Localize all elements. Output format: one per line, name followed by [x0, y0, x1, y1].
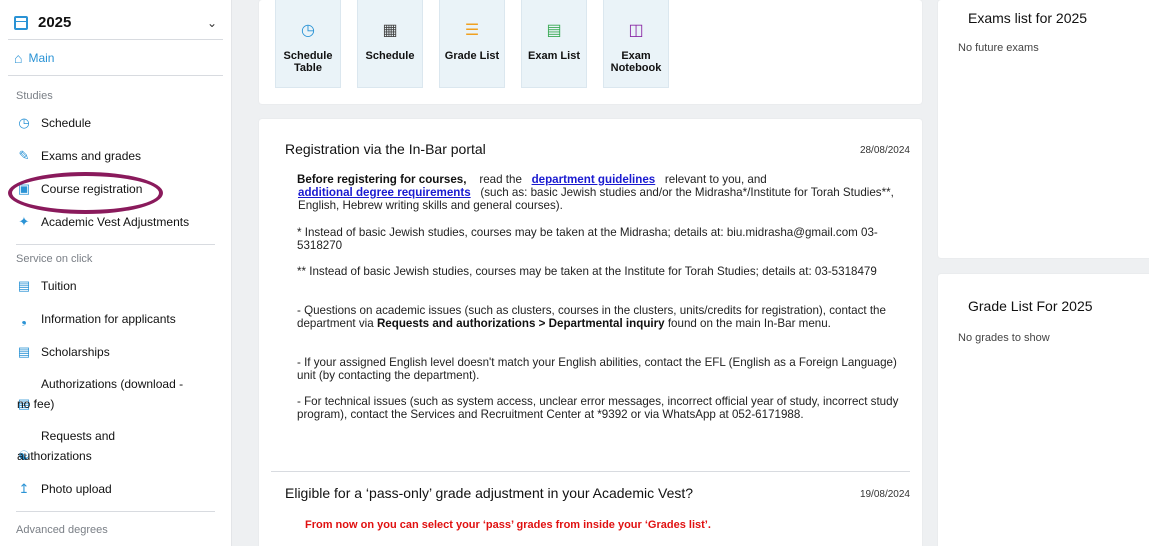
sidebar-item-authorizations[interactable]: ▤ Authorizations (download - no fee)	[0, 368, 231, 420]
section-title-studies: Studies	[16, 90, 53, 102]
quick-links-card: ◷ Schedule Table ▦ Schedule ☰ Grade List …	[259, 0, 922, 104]
clock-icon: ◷	[301, 22, 315, 39]
section-title-service: Service on click	[16, 253, 93, 265]
sidebar-item-schedule[interactable]: ◷ Schedule	[0, 106, 231, 139]
news-card: Registration via the In-Bar portal 28/08…	[259, 119, 922, 546]
sidebar-item-label: Requests and	[41, 429, 116, 443]
sidebar-item-applicants[interactable]: ❟ Information for applicants	[0, 302, 231, 335]
news-paragraph: - If your assigned English level doesn't…	[297, 356, 897, 382]
news-bold-text: Requests and authorizations > Department…	[376, 317, 665, 330]
quick-link-exam-list[interactable]: ▤ Exam List	[521, 0, 587, 88]
quick-link-label-line2: Table	[294, 62, 322, 74]
news-text: found on the main In-Bar menu.	[667, 317, 831, 330]
sidebar-item-label: Information for applicants	[41, 311, 176, 326]
quick-link-schedule[interactable]: ▦ Schedule	[357, 0, 423, 88]
sidebar-item-main[interactable]: ⌂ Main	[8, 40, 223, 76]
news-text: relevant to you, and	[664, 173, 767, 186]
document-icon: ▤	[17, 343, 31, 359]
sidebar-item-photo-upload[interactable]: ↥ Photo upload	[0, 472, 231, 505]
clock-icon: ◷	[18, 114, 30, 130]
sidebar-item-exams[interactable]: ✎ Exams and grades	[0, 139, 231, 172]
department-guidelines-link[interactable]: department guidelines	[532, 173, 656, 186]
sidebar-item-label: Authorizations (download -	[41, 377, 184, 391]
sidebar-item-label: Schedule	[41, 115, 92, 130]
upload-icon: ↥	[18, 480, 30, 496]
sidebar-item-label: Exams and grades	[41, 148, 142, 163]
exams-empty-text: No future exams	[958, 42, 1039, 54]
exam-list-icon: ▤	[546, 22, 562, 39]
sidebar-item-label: Scholarships	[41, 344, 110, 359]
sidebar-item-label: Main	[28, 50, 55, 65]
wallet-icon: ▤	[17, 277, 31, 293]
news-paragraph: Before registering for courses, read the…	[297, 173, 907, 186]
quick-link-label: Exam List	[528, 50, 580, 62]
sidebar-item-label: Academic Vest Adjustments	[41, 214, 190, 229]
edit-icon: ✎	[18, 147, 30, 163]
news-bold-text: Before registering for courses,	[297, 173, 467, 186]
exams-panel: Exams list for 2025 No future exams	[938, 0, 1149, 258]
quick-link-grade-list[interactable]: ☰ Grade List	[439, 0, 505, 88]
grades-panel: Grade List For 2025 No grades to show	[938, 274, 1149, 546]
section-title-advanced: Advanced degrees	[16, 524, 108, 536]
person-icon: ❟	[21, 310, 27, 326]
divider	[16, 244, 215, 245]
adjust-icon: ✦	[18, 213, 30, 229]
sidebar-item-scholarships[interactable]: ▤ Scholarships	[0, 335, 231, 368]
news-paragraph: additional degree requirements (such as:…	[298, 186, 908, 212]
sidebar: 2025 ⌄ ⌂ Main Studies ◷ Schedule ✎ Exams…	[0, 0, 232, 546]
news-paragraph: - For technical issues (such as system a…	[297, 395, 899, 421]
quick-link-label: Exam	[621, 50, 651, 62]
news-paragraph: * Instead of basic Jewish studies, cours…	[297, 226, 878, 252]
sidebar-item-requests[interactable]: ☯ Requests and authorizations	[0, 420, 231, 472]
sidebar-item-label-line2: authorizations	[17, 449, 92, 463]
news-date: 19/08/2024	[859, 489, 910, 500]
notebook-icon: ◫	[628, 22, 644, 39]
grades-panel-title: Grade List For 2025	[968, 298, 1093, 314]
quick-link-label-line2: Notebook	[610, 62, 662, 74]
divider	[271, 471, 910, 472]
quick-link-schedule-table[interactable]: ◷ Schedule Table	[275, 0, 341, 88]
news-title: Eligible for a ‘pass-only’ grade adjustm…	[285, 485, 694, 501]
year-select[interactable]: 2025 ⌄	[8, 6, 223, 40]
exams-panel-title: Exams list for 2025	[968, 10, 1088, 26]
list-icon: ☰	[464, 22, 480, 39]
quick-link-label: Schedule	[365, 50, 415, 62]
calendar-icon	[14, 15, 28, 30]
news-highlight: From now on you can select your ‘pass’ g…	[305, 519, 711, 531]
news-paragraph: - Questions on academic issues (such as …	[297, 304, 907, 330]
degree-requirements-link[interactable]: additional degree requirements	[298, 186, 471, 199]
sidebar-item-tuition[interactable]: ▤ Tuition	[0, 269, 231, 302]
divider	[16, 511, 215, 512]
calendar-icon: ▦	[382, 22, 398, 39]
news-paragraph: ** Instead of basic Jewish studies, cour…	[297, 265, 877, 278]
highlight-ellipse	[8, 172, 163, 214]
quick-link-exam-notebook[interactable]: ◫ Exam Notebook	[603, 0, 669, 88]
quick-link-label: Schedule	[283, 50, 333, 62]
news-title: Registration via the In-Bar portal	[285, 141, 486, 157]
grades-empty-text: No grades to show	[958, 332, 1050, 344]
sidebar-item-label: Photo upload	[41, 481, 112, 496]
news-text: read the	[479, 173, 522, 186]
sidebar-item-label: Tuition	[41, 278, 77, 293]
news-date: 28/08/2024	[859, 145, 910, 156]
sidebar-item-label-line2: no fee)	[17, 397, 55, 411]
home-icon: ⌂	[14, 49, 23, 66]
quick-link-label: Grade List	[444, 50, 500, 62]
chevron-down-icon: ⌄	[206, 15, 217, 30]
year-value: 2025	[38, 14, 72, 31]
